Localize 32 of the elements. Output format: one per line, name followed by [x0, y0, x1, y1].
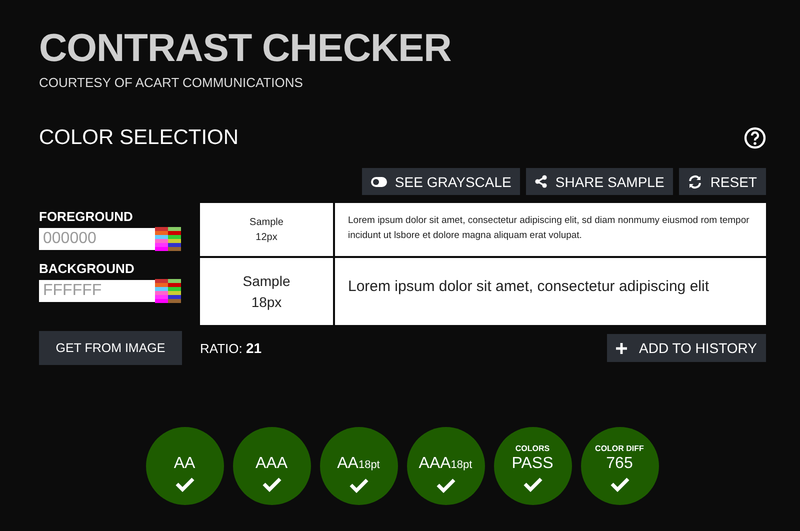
sample-text: Lorem ipsum dolor sit amet, consectetur adipiscing elit, sd diam nonmumy eiusmod rom tempor incidunt ut lsbore et dolore magna aliquam erat volupat. — [335, 203, 766, 256]
color-palette-icon[interactable] — [155, 279, 181, 303]
badge-label: PASS — [512, 454, 554, 474]
section-title: COLOR SELECTION — [39, 126, 239, 150]
badge-label: AA18pt — [337, 454, 380, 474]
badge-label: AA — [174, 454, 196, 474]
field-label: BACKGROUND — [39, 261, 136, 278]
toggle-icon — [370, 176, 387, 186]
badge-label: 765 — [606, 454, 633, 474]
refresh-icon — [688, 174, 702, 188]
toolbar-button[interactable]: RESET — [679, 168, 766, 195]
get-from-image-button[interactable]: GET FROM IMAGE — [39, 331, 182, 365]
plus-icon — [616, 342, 627, 354]
sample-text: Lorem ipsum dolor sit amet, consectetur adipiscing elit — [335, 258, 766, 325]
sample-size-cell: Sample 18px — [200, 258, 333, 325]
toolbar-button[interactable]: SHARE SAMPLE — [526, 168, 674, 195]
share-icon — [535, 175, 548, 188]
field-label: FOREGROUND — [39, 209, 134, 226]
color-input[interactable]: FFFFFF — [39, 280, 155, 302]
badge-label: AAA — [255, 454, 288, 474]
page-title: CONTRAST CHECKER — [39, 28, 452, 70]
color-input[interactable]: 000000 — [39, 228, 155, 250]
help-icon[interactable] — [744, 127, 766, 149]
page-subtitle: COURTESY OF ACART COMMUNICATIONS — [39, 75, 304, 90]
badge-label: AAA18pt — [418, 454, 472, 474]
color-palette-icon[interactable] — [155, 227, 181, 251]
add-to-history-button[interactable]: ADD TO HISTORY — [607, 334, 766, 362]
sample-size-cell: Sample 12px — [200, 203, 333, 256]
badge-caption: COLORS — [515, 444, 550, 454]
badge-caption: COLOR DIFF — [595, 444, 644, 454]
toolbar-button[interactable]: SEE GRAYSCALE — [362, 168, 520, 195]
contrast-ratio: RATIO: 21 — [200, 340, 263, 356]
